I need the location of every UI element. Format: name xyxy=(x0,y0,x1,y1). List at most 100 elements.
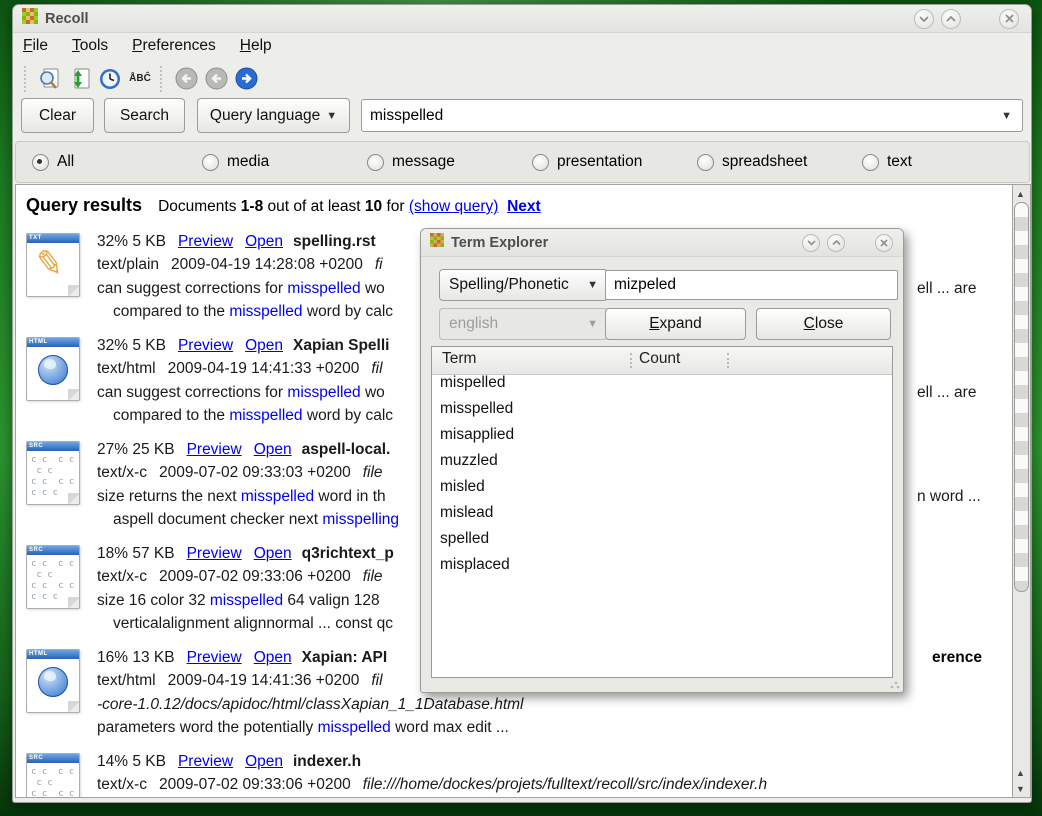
snippet-segment: size 16 color 32 xyxy=(97,592,210,609)
filter-option-media[interactable]: media xyxy=(202,142,269,182)
radio-spreadsheet[interactable] xyxy=(697,154,714,171)
scroll-up-icon[interactable]: ▲ xyxy=(1013,765,1028,780)
sort-parameters-button[interactable] xyxy=(65,64,95,94)
filter-option-all[interactable]: All xyxy=(32,142,74,182)
search-button[interactable]: Search xyxy=(104,98,185,133)
preview-link[interactable]: Preview xyxy=(187,545,242,562)
term-table-row[interactable]: spelled xyxy=(432,530,892,556)
close-icon xyxy=(880,239,888,247)
scrollbar-thumb[interactable] xyxy=(1014,202,1029,592)
filter-option-spreadsheet[interactable]: spreadsheet xyxy=(697,142,807,182)
toolbar: ÅBĈ xyxy=(13,60,1031,97)
column-separator[interactable] xyxy=(727,353,729,368)
close-dialog-button[interactable]: Close xyxy=(756,308,891,340)
column-header-count[interactable]: Count xyxy=(639,350,680,368)
previous-page-button[interactable] xyxy=(201,64,231,94)
filter-label: presentation xyxy=(557,153,642,171)
term-table-row[interactable]: misled xyxy=(432,478,892,504)
language-dropdown[interactable]: english ▼ xyxy=(439,308,608,340)
term-explorer-dialog: Term Explorer Spelling/Phonetic ▼ mizpel… xyxy=(420,228,904,693)
chevron-down-icon: ▼ xyxy=(1001,110,1012,122)
menu-tools[interactable]: Tools xyxy=(72,37,108,55)
filter-option-text[interactable]: text xyxy=(862,142,912,182)
radio-message[interactable] xyxy=(367,154,384,171)
dialog-minimize-button[interactable] xyxy=(802,234,820,252)
open-link[interactable]: Open xyxy=(245,337,283,354)
radio-all[interactable] xyxy=(32,154,49,171)
term-explorer-button[interactable]: ÅBĈ xyxy=(125,64,155,94)
term-table-row[interactable]: muzzled xyxy=(432,452,892,478)
column-separator[interactable] xyxy=(630,353,632,368)
term-cell: misled xyxy=(432,478,639,504)
preview-link[interactable]: Preview xyxy=(187,441,242,458)
expand-button[interactable]: Expand xyxy=(605,308,746,340)
result-filename: Xapian: API xyxy=(302,649,388,666)
results-range: 1-8 xyxy=(241,198,263,215)
term-table-row[interactable]: misplaced xyxy=(432,556,892,582)
dialog-close-button[interactable] xyxy=(875,234,893,252)
search-button-label: Search xyxy=(120,107,169,125)
snippet-segment: wo xyxy=(361,384,385,401)
next-page-link[interactable]: Next xyxy=(507,198,541,215)
snippet-segment: can suggest corrections for xyxy=(97,384,287,401)
query-language-dropdown[interactable]: Query language ▼ xyxy=(197,98,350,133)
minimize-button[interactable] xyxy=(914,9,934,29)
next-page-button[interactable] xyxy=(231,64,261,94)
open-link[interactable]: Open xyxy=(245,753,283,770)
open-link[interactable]: Open xyxy=(254,545,292,562)
open-link[interactable]: Open xyxy=(254,649,292,666)
mime-type: text/html xyxy=(97,672,156,689)
radio-media[interactable] xyxy=(202,154,219,171)
filter-label: text xyxy=(887,153,912,171)
mime-type: text/plain xyxy=(97,256,159,273)
column-header-term[interactable]: Term xyxy=(442,350,476,368)
first-page-button[interactable] xyxy=(171,64,201,94)
snippet-segment: size returns the next xyxy=(97,488,241,505)
result-date: 2009-04-19 14:41:33 +0200 xyxy=(168,360,360,377)
filter-option-message[interactable]: message xyxy=(367,142,455,182)
filter-label: spreadsheet xyxy=(722,153,807,171)
preview-link[interactable]: Preview xyxy=(187,649,242,666)
term-table-row[interactable]: misspelled xyxy=(432,400,892,426)
open-link[interactable]: Open xyxy=(245,233,283,250)
menu-help[interactable]: Help xyxy=(240,37,272,55)
scroll-up-icon[interactable]: ▲ xyxy=(1013,186,1028,201)
result-date: 2009-04-19 14:28:08 +0200 xyxy=(171,256,363,273)
term-table-row[interactable]: mislead xyxy=(432,504,892,530)
resize-grip[interactable] xyxy=(890,679,900,689)
sort-parameters-icon xyxy=(68,67,92,91)
history-button[interactable] xyxy=(95,64,125,94)
results-scrollbar[interactable]: ▲ ▲ ▼ xyxy=(1012,184,1031,798)
preview-link[interactable]: Preview xyxy=(178,753,233,770)
preview-link[interactable]: Preview xyxy=(178,337,233,354)
filter-option-presentation[interactable]: presentation xyxy=(532,142,642,182)
dialog-maximize-button[interactable] xyxy=(827,234,845,252)
radio-text[interactable] xyxy=(862,154,879,171)
term-table-row[interactable]: mispelled xyxy=(432,374,892,400)
snippet-segment: verticalalignment alignnormal ... const … xyxy=(113,615,393,632)
term-input[interactable]: mizpeled xyxy=(605,270,898,300)
result-filename: Xapian Spelli xyxy=(293,337,389,354)
menu-file[interactable]: File xyxy=(23,37,48,55)
open-link[interactable]: Open xyxy=(254,441,292,458)
search-query-combobox[interactable]: misspelled ▼ xyxy=(361,99,1023,132)
expansion-mode-dropdown[interactable]: Spelling/Phonetic ▼ xyxy=(439,269,608,301)
term-table-row[interactable]: misapplied xyxy=(432,426,892,452)
maximize-button[interactable] xyxy=(941,9,961,29)
file-type-icon-txt: TXT✎ xyxy=(26,233,80,297)
radio-presentation[interactable] xyxy=(532,154,549,171)
result-date: 2009-07-02 09:33:06 +0200 xyxy=(159,776,351,793)
term-cell: mislead xyxy=(432,504,639,530)
scroll-down-icon[interactable]: ▼ xyxy=(1013,781,1028,796)
menu-preferences[interactable]: Preferences xyxy=(132,37,216,55)
advanced-search-button[interactable] xyxy=(35,64,65,94)
close-button[interactable] xyxy=(999,9,1019,29)
mime-type: text/x-c xyxy=(97,568,147,585)
preview-link[interactable]: Preview xyxy=(178,233,233,250)
relevance-percent: 27% 25 KB xyxy=(97,441,175,458)
show-query-link[interactable]: (show query) xyxy=(409,198,499,215)
toolbar-handle[interactable] xyxy=(24,66,30,92)
source-code-icon: c c c c c c c c c c c c c xyxy=(31,767,74,798)
snippet-segment-highlight: misspelled xyxy=(229,303,302,320)
clear-button[interactable]: Clear xyxy=(21,98,94,133)
